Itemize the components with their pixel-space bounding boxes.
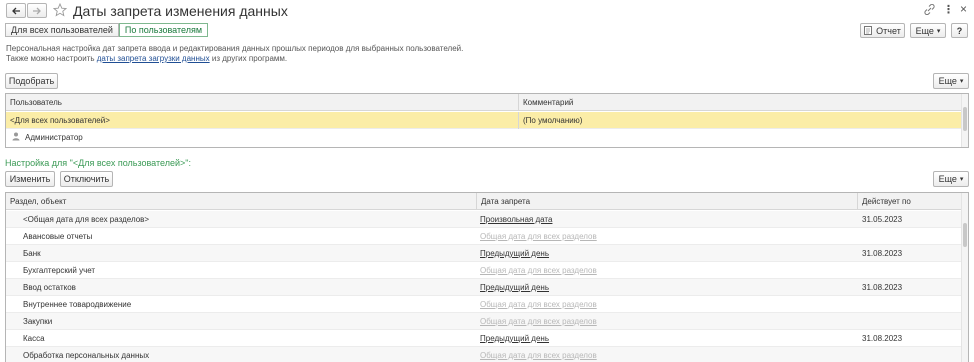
table-row[interactable]: Обработка персональных данных Общая дата … (6, 347, 968, 362)
chevron-down-icon: ▾ (959, 78, 964, 85)
report-icon (864, 26, 873, 35)
more-label: Еще (915, 25, 934, 36)
table-row[interactable]: Ввод остатков Предыдущий день 31.08.2023 (6, 279, 968, 296)
valid-until: 31.05.2023 (862, 215, 903, 224)
table-row[interactable]: Бухгалтерский учет Общая дата для всех ра… (6, 262, 968, 279)
favorite-star-icon[interactable] (52, 2, 68, 20)
section-name: Авансовые отчеты (23, 232, 93, 241)
table-row[interactable]: Закупки Общая дата для всех разделов (6, 313, 968, 330)
tab-by-users[interactable]: По пользователям (118, 23, 209, 37)
table-row[interactable]: Касса Предыдущий день 31.08.2023 (6, 330, 968, 347)
users-table-header: Пользователь Комментарий (6, 94, 968, 111)
data-load-restriction-link[interactable]: даты запрета загрузки данных (97, 54, 210, 63)
window-title: Даты запрета изменения данных (73, 3, 288, 19)
kebab-menu-icon[interactable]: ⋮ (943, 3, 954, 16)
chevron-down-icon: ▾ (959, 176, 964, 183)
settings-table: Раздел, объект Дата запрета Действует по… (5, 192, 969, 362)
users-scrollbar[interactable] (961, 94, 968, 147)
description-line-2: Также можно настроить даты запрета загру… (6, 54, 288, 63)
valid-until: 31.08.2023 (862, 249, 903, 258)
valid-until: 31.08.2023 (862, 283, 903, 292)
back-button[interactable] (6, 3, 26, 18)
column-until[interactable]: Действует по (858, 193, 911, 210)
restriction-date-link[interactable]: Предыдущий день (480, 279, 549, 296)
help-button[interactable]: ? (951, 23, 968, 38)
restriction-date-link[interactable]: Общая дата для всех разделов (480, 313, 597, 330)
users-table: Пользователь Комментарий <Для всех польз… (5, 93, 969, 148)
change-button[interactable]: Изменить (5, 171, 55, 187)
restriction-date-link[interactable]: Общая дата для всех разделов (480, 228, 597, 245)
disable-button[interactable]: Отключить (60, 171, 113, 187)
valid-until: 31.08.2023 (862, 334, 903, 343)
table-row[interactable]: Администратор (6, 129, 968, 146)
column-user[interactable]: Пользователь (6, 94, 62, 111)
table-row[interactable]: Внутреннее товародвижение Общая дата для … (6, 296, 968, 313)
restriction-date-link[interactable]: Предыдущий день (480, 245, 549, 262)
more-button-top[interactable]: Еще ▾ (910, 23, 946, 38)
restriction-date-link[interactable]: Произвольная дата (480, 211, 552, 228)
table-row[interactable]: Банк Предыдущий день 31.08.2023 (6, 245, 968, 262)
report-button[interactable]: Отчет (860, 23, 905, 38)
user-icon (12, 128, 20, 145)
settings-title: Настройка для "<Для всех пользователей>"… (5, 158, 191, 168)
restriction-date-link[interactable]: Общая дата для всех разделов (480, 347, 597, 362)
tab-all-users[interactable]: Для всех пользователей (5, 23, 119, 37)
restriction-date-link[interactable]: Предыдущий день (480, 330, 549, 347)
table-row[interactable]: <Общая дата для всех разделов> Произвольн… (6, 211, 968, 228)
section-name: Касса (23, 334, 45, 343)
section-name: Внутреннее товародвижение (23, 300, 132, 309)
section-name: Бухгалтерский учет (23, 266, 96, 275)
table-row[interactable]: <Для всех пользователей> (По умолчанию) (6, 112, 968, 129)
arrow-left-icon (12, 7, 20, 14)
section-name: Ввод остатков (23, 283, 76, 292)
link-icon[interactable] (924, 3, 935, 18)
close-icon[interactable]: × (960, 2, 967, 16)
mode-tabs: Для всех пользователей По пользователям (5, 23, 209, 37)
table-row[interactable]: Авансовые отчеты Общая дата для всех разд… (6, 228, 968, 245)
restriction-date-link[interactable]: Общая дата для всех разделов (480, 296, 597, 313)
description-line-1: Персональная настройка дат запрета ввода… (6, 44, 464, 53)
settings-scrollbar[interactable] (961, 193, 968, 362)
pick-button[interactable]: Подобрать (5, 73, 58, 89)
column-section[interactable]: Раздел, объект (6, 193, 66, 210)
report-label: Отчет (876, 25, 901, 36)
chevron-down-icon: ▾ (936, 27, 941, 35)
more-button-users[interactable]: Еще ▾ (933, 73, 969, 89)
section-name: Банк (23, 249, 41, 258)
column-comment[interactable]: Комментарий (519, 94, 573, 111)
section-name: Обработка персональных данных (23, 351, 150, 360)
arrow-right-icon (33, 7, 41, 14)
settings-table-header: Раздел, объект Дата запрета Действует по (6, 193, 968, 210)
column-date[interactable]: Дата запрета (477, 193, 530, 210)
forward-button[interactable] (27, 3, 47, 18)
restriction-date-link[interactable]: Общая дата для всех разделов (480, 262, 597, 279)
section-name: Закупки (23, 317, 53, 326)
more-button-settings[interactable]: Еще ▾ (933, 171, 969, 187)
section-name: <Общая дата для всех разделов> (23, 215, 150, 224)
